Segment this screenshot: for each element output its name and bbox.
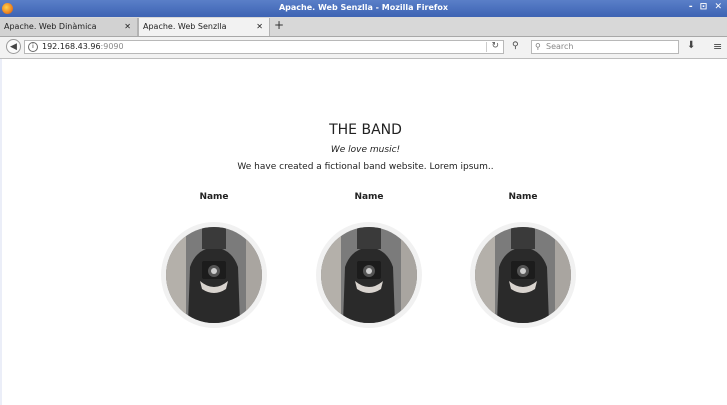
url-bar[interactable]: i 192.168.43.96:9090 ↻ — [24, 40, 504, 54]
url-port: :9090 — [100, 42, 124, 51]
tab-web-senzlla[interactable]: Apache. Web Senzlla ✕ — [138, 18, 270, 36]
band-member-3: Name — [468, 192, 578, 328]
band-member-1: Name — [159, 192, 269, 328]
page-content: THE BAND We love music! We have created … — [0, 59, 727, 405]
tab-label: Apache. Web Dinàmica — [4, 22, 97, 31]
page-title: THE BAND — [329, 122, 402, 138]
page-tagline: We love music! — [330, 145, 401, 155]
member-photo — [321, 227, 417, 323]
member-photo — [166, 227, 262, 323]
close-tab-icon[interactable]: ✕ — [256, 22, 263, 31]
member-name: Name — [199, 192, 229, 202]
tab-label: Apache. Web Senzlla — [143, 22, 227, 31]
window-controls[interactable]: - ⊡ ✕ — [689, 2, 724, 12]
info-icon[interactable]: i — [28, 42, 38, 52]
search-placeholder: Search — [546, 42, 574, 51]
band-member-2: Name — [314, 192, 424, 328]
member-photo — [475, 227, 571, 323]
member-avatar — [161, 222, 267, 328]
member-name: Name — [354, 192, 384, 202]
search-input[interactable]: ⚲ Search — [531, 40, 679, 54]
window-title: Apache. Web Senzlla - Mozilla Firefox — [278, 3, 449, 12]
window-titlebar: Apache. Web Senzlla - Mozilla Firefox - … — [0, 0, 727, 17]
hamburger-menu-icon[interactable]: ≡ — [713, 40, 722, 53]
member-name: Name — [508, 192, 538, 202]
member-avatar — [316, 222, 422, 328]
download-icon[interactable]: ⬇ — [687, 40, 695, 51]
search-icon: ⚲ — [535, 42, 541, 51]
member-avatar — [470, 222, 576, 328]
search-engine-icon[interactable]: ⚲ — [512, 41, 519, 51]
tab-web-dinamica[interactable]: Apache. Web Dinàmica ✕ — [0, 18, 138, 36]
url-text: 192.168.43.96:9090 — [42, 42, 124, 51]
page-description: We have created a fictional band website… — [237, 162, 494, 172]
reload-icon[interactable]: ↻ — [491, 41, 499, 51]
navigation-toolbar: ◀ i 192.168.43.96:9090 ↻ ⚲ ⚲ Search ⬇ ≡ — [0, 37, 727, 59]
back-arrow-icon: ◀ — [10, 42, 17, 52]
url-divider — [486, 42, 487, 52]
url-host: 192.168.43.96 — [42, 42, 101, 51]
back-button[interactable]: ◀ — [6, 39, 21, 54]
close-tab-icon[interactable]: ✕ — [124, 22, 131, 31]
new-tab-button[interactable]: + — [274, 18, 284, 32]
tab-strip: Apache. Web Dinàmica ✕ Apache. Web Senzl… — [0, 17, 727, 37]
